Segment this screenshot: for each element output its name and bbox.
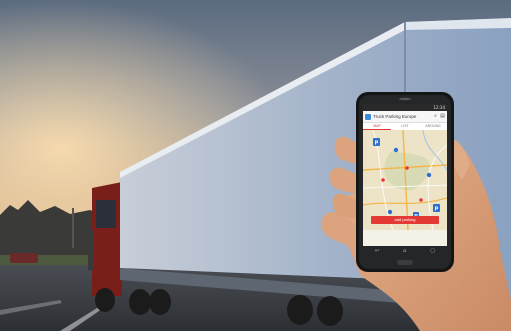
distant-car bbox=[10, 253, 38, 263]
wheel-front bbox=[95, 288, 115, 312]
app-title: Truck Parking Europe bbox=[373, 114, 417, 119]
app-logo-icon bbox=[365, 113, 371, 120]
map-dot bbox=[405, 166, 409, 170]
svg-text:P: P bbox=[435, 207, 439, 213]
map-view[interactable]: P P P add parking bbox=[363, 130, 447, 230]
map-canvas: P P P bbox=[363, 130, 447, 230]
menu-icon[interactable]: ▤ bbox=[440, 114, 445, 119]
add-parking-button[interactable]: add parking bbox=[371, 216, 439, 224]
status-bar: 12:34 bbox=[363, 104, 447, 111]
recent-apps-icon[interactable]: ▢ bbox=[430, 248, 435, 254]
app-toolbar: Truck Parking Europe ⌕ ▤ bbox=[363, 111, 447, 123]
home-icon[interactable]: ⌂ bbox=[403, 248, 406, 254]
search-icon[interactable]: ⌕ bbox=[433, 114, 438, 119]
utility-pole bbox=[72, 208, 74, 248]
tab-list[interactable]: LIST bbox=[391, 123, 419, 130]
tab-around[interactable]: AROUND bbox=[419, 123, 447, 130]
cab-window bbox=[96, 200, 116, 228]
cab-mirror bbox=[88, 230, 94, 270]
parking-marker-icon[interactable]: P bbox=[373, 138, 380, 147]
truck-cab bbox=[92, 182, 122, 296]
svg-text:P: P bbox=[375, 141, 379, 147]
map-dot bbox=[393, 147, 399, 153]
map-dot bbox=[419, 198, 423, 202]
tab-map[interactable]: MAP bbox=[363, 123, 391, 130]
map-dot bbox=[426, 172, 432, 178]
phone-screen: 12:34 Truck Parking Europe ⌕ ▤ MAP LIST … bbox=[363, 104, 447, 246]
map-dot bbox=[381, 178, 385, 182]
wheel-trailer-1 bbox=[287, 295, 313, 325]
phone-speaker bbox=[399, 97, 411, 101]
wheel-trailer-2 bbox=[317, 296, 343, 326]
phone-home-button bbox=[397, 260, 413, 265]
wheel-drive-1 bbox=[129, 289, 151, 315]
android-nav-bar: ↩ ⌂ ▢ bbox=[363, 246, 447, 255]
back-icon[interactable]: ↩ bbox=[375, 248, 379, 254]
photo-scene: 12:34 Truck Parking Europe ⌕ ▤ MAP LIST … bbox=[0, 0, 511, 331]
wheel-drive-2 bbox=[149, 289, 171, 315]
map-dot bbox=[387, 209, 393, 215]
parking-marker-icon[interactable]: P bbox=[433, 204, 440, 213]
status-time: 12:34 bbox=[433, 105, 445, 110]
